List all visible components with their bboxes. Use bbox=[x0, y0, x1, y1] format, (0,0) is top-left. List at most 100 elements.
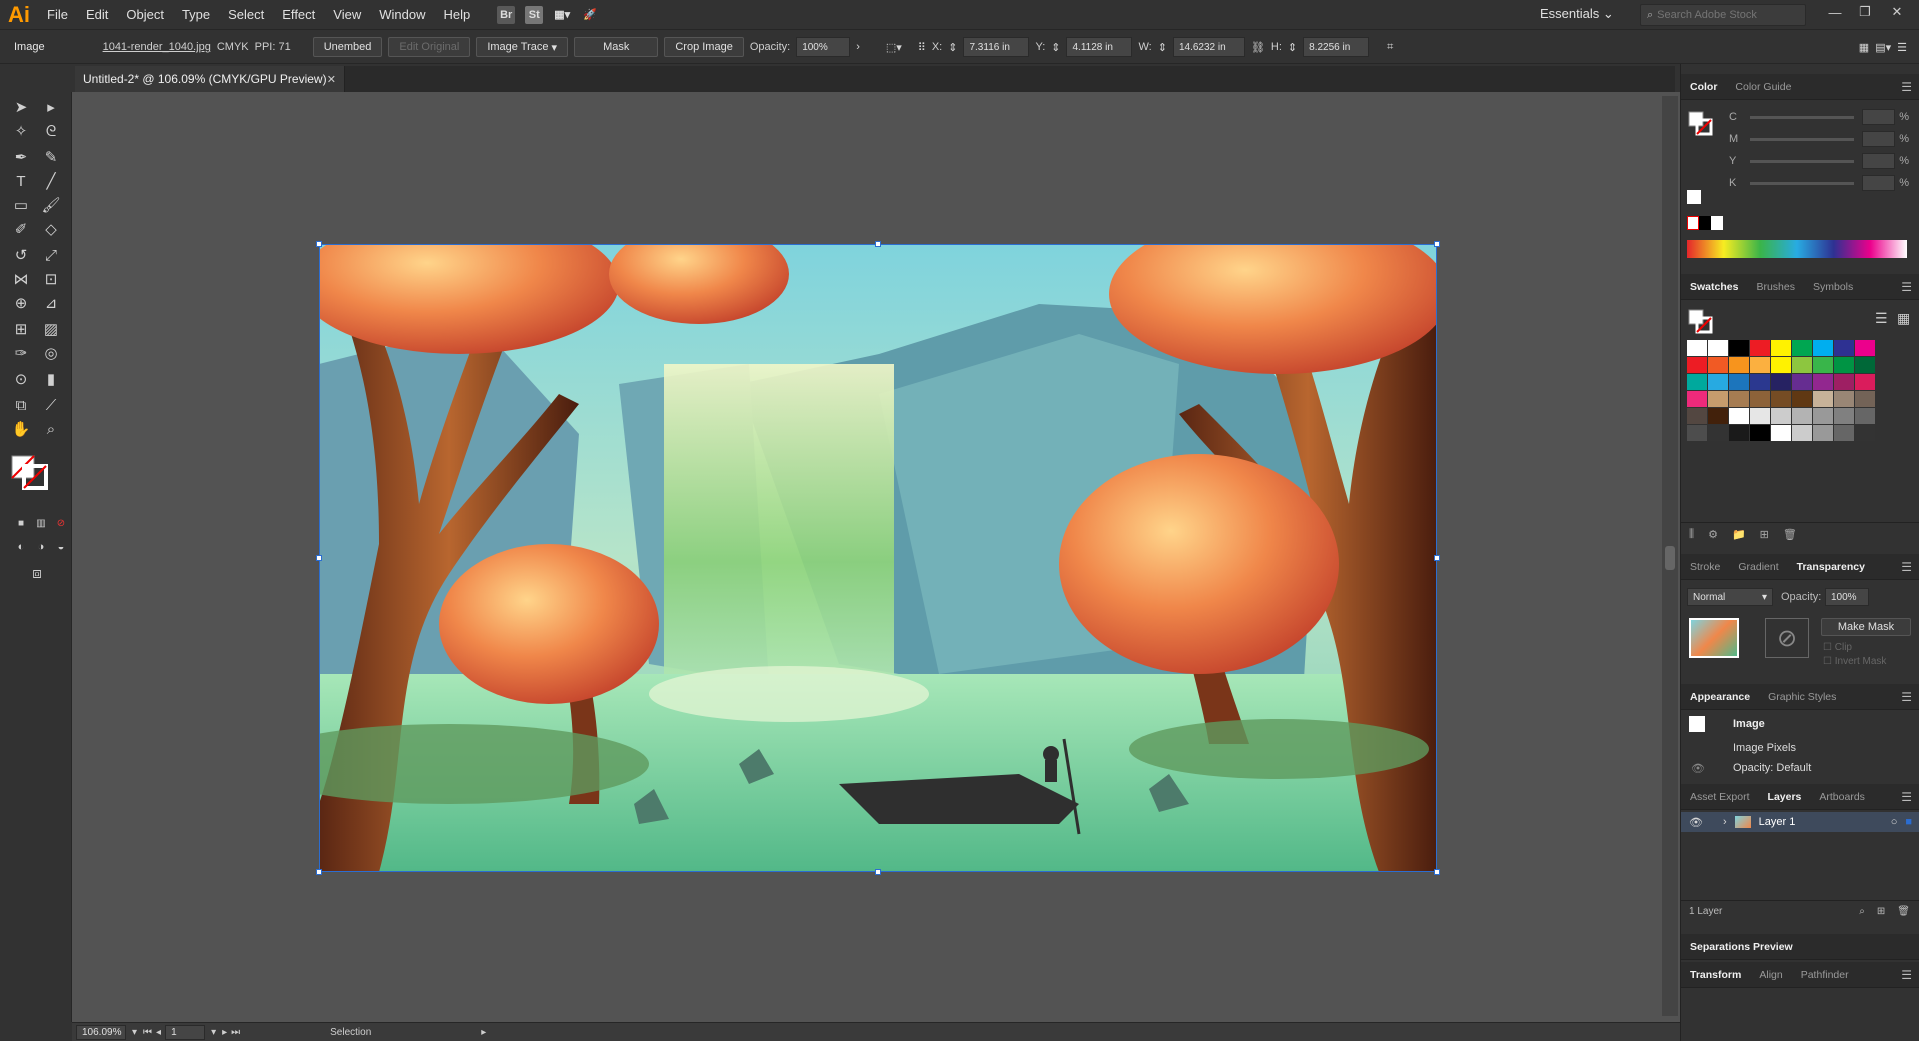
tab-gradient[interactable]: Gradient bbox=[1729, 561, 1787, 573]
tab-brushes[interactable]: Brushes bbox=[1747, 281, 1804, 293]
zoom-level-field[interactable]: 106.09% bbox=[76, 1024, 126, 1040]
transform-options-icon[interactable]: ⌗ bbox=[1387, 41, 1393, 54]
new-swatch-icon[interactable]: ⊞ bbox=[1760, 528, 1769, 541]
y-field[interactable]: 4.1128 in bbox=[1066, 37, 1133, 57]
stepper-icon[interactable]: ⇕ bbox=[1288, 41, 1297, 54]
panel-menu-icon[interactable]: ☰ bbox=[1901, 790, 1912, 804]
gpu-performance-icon[interactable]: 🚀 bbox=[581, 6, 599, 24]
list-view-icon[interactable]: ☰ bbox=[1875, 310, 1888, 327]
color-swatch[interactable] bbox=[1687, 374, 1707, 390]
color-swatch[interactable] bbox=[1834, 408, 1854, 424]
color-swatch[interactable] bbox=[1729, 340, 1749, 356]
color-swatch[interactable] bbox=[1750, 408, 1770, 424]
gradient-tool-icon[interactable]: ▨ bbox=[38, 318, 64, 340]
color-swatch[interactable] bbox=[1813, 357, 1833, 373]
color-swatch[interactable] bbox=[1792, 340, 1812, 356]
resize-handle[interactable] bbox=[1434, 869, 1440, 875]
color-swatch[interactable] bbox=[1771, 340, 1791, 356]
color-swatch[interactable] bbox=[1687, 425, 1707, 441]
color-swatch[interactable] bbox=[1855, 408, 1875, 424]
color-swatch[interactable] bbox=[1792, 357, 1812, 373]
color-swatch[interactable] bbox=[1750, 374, 1770, 390]
resize-handle[interactable] bbox=[1434, 555, 1440, 561]
color-swatch[interactable] bbox=[1855, 425, 1875, 441]
tab-appearance[interactable]: Appearance bbox=[1681, 691, 1759, 703]
quick-swatches[interactable] bbox=[1687, 216, 1723, 230]
appearance-image-pixels[interactable]: Image Pixels bbox=[1733, 742, 1796, 754]
color-swatch[interactable] bbox=[1813, 391, 1833, 407]
color-swatch[interactable] bbox=[1750, 357, 1770, 373]
color-swatch[interactable] bbox=[1750, 340, 1770, 356]
m-slider[interactable] bbox=[1750, 137, 1855, 141]
resize-handle[interactable] bbox=[316, 241, 322, 247]
restore-button[interactable]: ❐ bbox=[1850, 0, 1880, 24]
color-swatch[interactable] bbox=[1771, 391, 1791, 407]
search-stock-input[interactable] bbox=[1657, 9, 1798, 21]
image-trace-button[interactable]: Image Trace ▾ bbox=[476, 37, 569, 57]
y-slider[interactable] bbox=[1750, 159, 1855, 163]
make-mask-button[interactable]: Make Mask bbox=[1821, 618, 1911, 636]
rotate-tool-icon[interactable]: ↺ bbox=[8, 244, 34, 266]
lasso-tool-icon[interactable]: ᘓ bbox=[38, 120, 64, 142]
clip-checkbox[interactable]: ☐ Clip bbox=[1823, 642, 1852, 653]
layer-name[interactable]: Layer 1 bbox=[1759, 816, 1796, 828]
eyedropper-tool-icon[interactable]: ✑ bbox=[8, 342, 34, 364]
unembed-button[interactable]: Unembed bbox=[312, 37, 383, 57]
color-swatch[interactable] bbox=[1729, 408, 1749, 424]
color-swatch[interactable] bbox=[1834, 391, 1854, 407]
chevron-right-icon[interactable]: › bbox=[856, 41, 860, 53]
panel-menu-icon[interactable]: ☰ bbox=[1901, 560, 1912, 574]
color-swatch[interactable] bbox=[1855, 391, 1875, 407]
none-mode-icon[interactable]: ⊘ bbox=[48, 512, 74, 534]
swatch-options-icon[interactable]: ⚙ bbox=[1708, 528, 1718, 541]
mesh-tool-icon[interactable]: ⊞ bbox=[8, 318, 34, 340]
tab-symbols[interactable]: Symbols bbox=[1804, 281, 1862, 293]
tab-graphic-styles[interactable]: Graphic Styles bbox=[1759, 691, 1845, 703]
shape-builder-tool-icon[interactable]: ⊕ bbox=[8, 292, 34, 314]
tab-stroke[interactable]: Stroke bbox=[1681, 561, 1729, 573]
placed-image-artwork[interactable] bbox=[319, 244, 1437, 872]
color-swatch[interactable] bbox=[1708, 408, 1728, 424]
color-swatch[interactable] bbox=[1729, 425, 1749, 441]
libraries-icon[interactable]: ⫼ bbox=[1689, 528, 1694, 541]
scale-tool-icon[interactable]: ⤢ bbox=[38, 244, 64, 266]
m-field[interactable] bbox=[1862, 131, 1896, 147]
last-artboard-icon[interactable]: ⏭ bbox=[231, 1027, 240, 1038]
first-artboard-icon[interactable]: ⏮ bbox=[143, 1027, 152, 1038]
resize-handle[interactable] bbox=[316, 555, 322, 561]
panel-menu-icon[interactable]: ☰ bbox=[1901, 690, 1912, 704]
chevron-right-icon[interactable]: ▸ bbox=[481, 1027, 486, 1038]
tab-asset-export[interactable]: Asset Export bbox=[1681, 791, 1759, 803]
color-swatch[interactable] bbox=[1855, 374, 1875, 390]
color-swatch[interactable] bbox=[1729, 391, 1749, 407]
tab-color[interactable]: Color bbox=[1681, 81, 1726, 93]
tab-pathfinder[interactable]: Pathfinder bbox=[1792, 969, 1858, 981]
color-swatch[interactable] bbox=[1792, 425, 1812, 441]
blend-mode-select[interactable]: Normal ▾ bbox=[1687, 588, 1773, 606]
color-swatch[interactable] bbox=[1834, 425, 1854, 441]
menu-object[interactable]: Object bbox=[117, 0, 173, 30]
canvas-area[interactable] bbox=[72, 92, 1680, 1022]
fill-stroke-icon[interactable] bbox=[1687, 110, 1713, 136]
trash-icon[interactable]: 🗑 bbox=[1897, 906, 1910, 917]
stock-icon[interactable]: St bbox=[525, 5, 544, 24]
color-swatch[interactable] bbox=[1687, 408, 1707, 424]
crop-image-button[interactable]: Crop Image bbox=[664, 37, 744, 57]
color-swatch[interactable] bbox=[1813, 408, 1833, 424]
stepper-icon[interactable]: ⇕ bbox=[1051, 41, 1060, 54]
image-thumbnail[interactable] bbox=[1689, 618, 1739, 658]
workspace-switcher[interactable]: Essentials ⌄ bbox=[1540, 6, 1614, 22]
color-swatch[interactable] bbox=[1771, 357, 1791, 373]
tab-align[interactable]: Align bbox=[1750, 969, 1791, 981]
bridge-icon[interactable]: Br bbox=[497, 5, 516, 24]
tab-swatches[interactable]: Swatches bbox=[1681, 281, 1747, 293]
color-swatch[interactable] bbox=[1834, 340, 1854, 356]
resize-handle[interactable] bbox=[875, 241, 881, 247]
color-swatch[interactable] bbox=[1708, 391, 1728, 407]
perspective-grid-tool-icon[interactable]: ⊿ bbox=[38, 292, 64, 314]
artboard-number-field[interactable]: 1 bbox=[165, 1024, 206, 1040]
rectangle-tool-icon[interactable]: ▭ bbox=[8, 194, 34, 216]
target-icon[interactable]: ○ bbox=[1891, 816, 1898, 828]
tab-layers[interactable]: Layers bbox=[1759, 791, 1811, 803]
scrollbar-thumb[interactable] bbox=[1665, 546, 1675, 570]
